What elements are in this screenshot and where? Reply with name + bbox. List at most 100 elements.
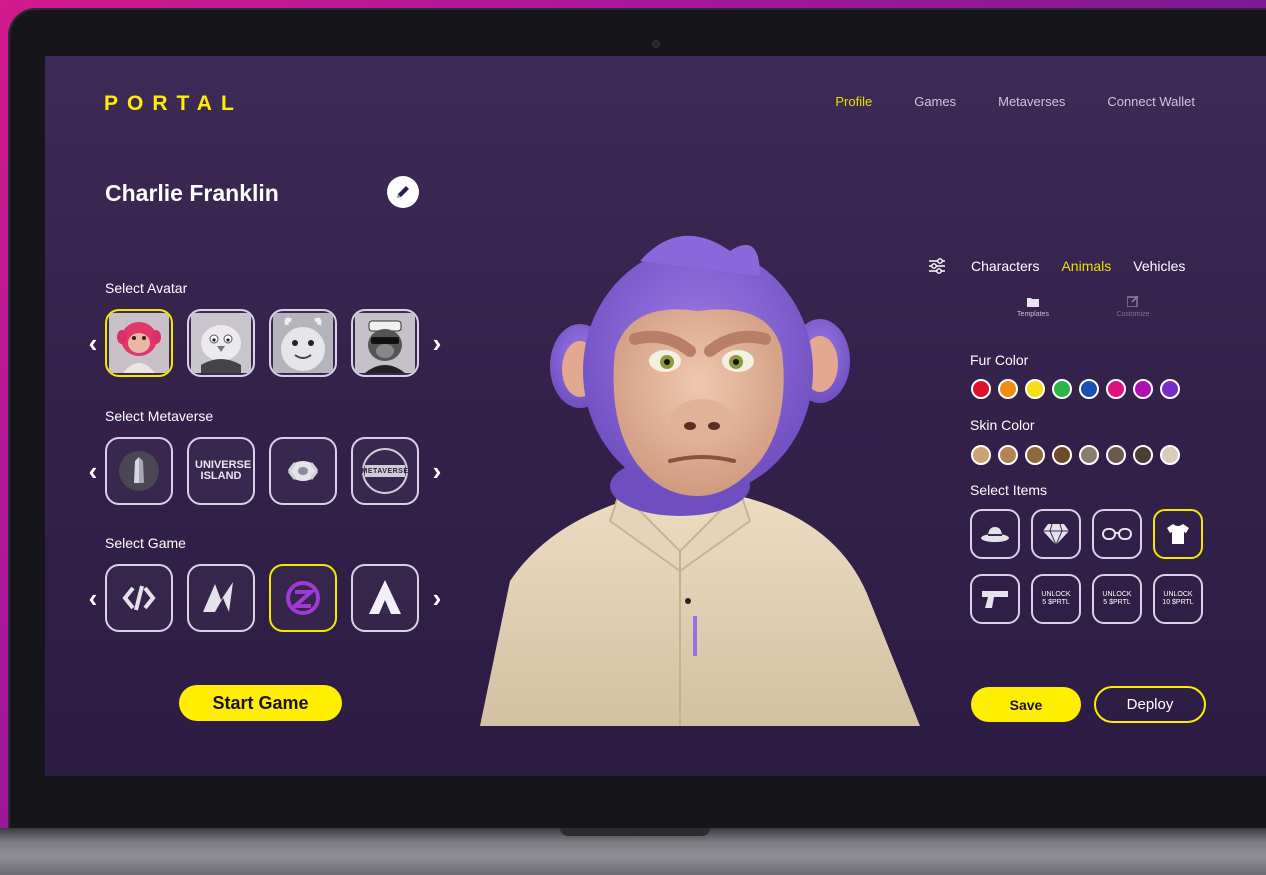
select-game-label: Select Game — [105, 535, 186, 551]
subtab-customize-label: Customize — [1116, 311, 1150, 318]
item-locked-2[interactable]: UNLOCK 5 $PRTL — [1092, 574, 1142, 624]
game-tile-circle-z[interactable] — [269, 564, 337, 632]
hat-icon — [981, 527, 1009, 542]
fur-color-swatches — [971, 379, 1180, 399]
circle-z-game-icon — [286, 581, 320, 615]
skin-swatch-8[interactable] — [1160, 445, 1180, 465]
save-button[interactable]: Save — [971, 687, 1081, 722]
folder-icon — [1027, 298, 1039, 307]
metaverse-prev-arrow[interactable]: ‹ — [81, 458, 105, 484]
avatar-tile-gray-monster[interactable] — [269, 309, 337, 377]
metaverse-tile-white-sphere[interactable] — [269, 437, 337, 505]
universe-island-logo: UNIVERSE ISLAND — [195, 459, 252, 482]
laptop-hinge-notch — [560, 828, 710, 836]
fur-swatch-purple[interactable] — [1160, 379, 1180, 399]
tab-vehicles[interactable]: Vehicles — [1133, 258, 1185, 274]
avatar-tile-gray-bird[interactable] — [187, 309, 255, 377]
metaverse-tile-dark-spire[interactable] — [105, 437, 173, 505]
skin-swatch-7[interactable] — [1133, 445, 1153, 465]
ape-sailor-avatar-icon — [355, 313, 415, 373]
select-avatar-label: Select Avatar — [105, 280, 188, 296]
edit-square-icon — [1127, 296, 1139, 307]
avatar-tile-pink-ape[interactable] — [105, 309, 173, 377]
category-tabs: Characters Animals Vehicles — [927, 256, 1185, 276]
skin-swatch-6[interactable] — [1106, 445, 1126, 465]
unlock-label-3: UNLOCK 10 $PRTL — [1162, 590, 1194, 606]
avatar-tile-ape-sailor[interactable] — [351, 309, 419, 377]
arrow-a-game-icon — [369, 580, 401, 614]
avatar-prev-arrow[interactable]: ‹ — [81, 330, 105, 356]
skin-swatch-4[interactable] — [1052, 445, 1072, 465]
fur-swatch-green[interactable] — [1052, 379, 1072, 399]
subtab-customize[interactable]: Customize — [1113, 296, 1153, 318]
avatar-preview — [440, 221, 920, 726]
lightning-m-game-icon — [203, 582, 233, 612]
game-tile-code[interactable] — [105, 564, 173, 632]
select-items-label: Select Items — [970, 482, 1048, 498]
tshirt-icon — [1167, 524, 1189, 544]
fur-swatch-blue[interactable] — [1079, 379, 1099, 399]
dark-spire-logo-icon — [119, 451, 159, 491]
skin-swatch-2[interactable] — [998, 445, 1018, 465]
sliders-icon[interactable] — [927, 256, 947, 276]
game-tile-arrow-a[interactable] — [351, 564, 419, 632]
nav-metaverses[interactable]: Metaverses — [998, 94, 1065, 109]
items-row-2: UNLOCK 5 $PRTL UNLOCK 5 $PRTL UNLOCK 10 … — [970, 574, 1203, 624]
glasses-icon — [1102, 528, 1132, 540]
skin-color-label: Skin Color — [970, 417, 1035, 433]
fur-swatch-pink[interactable] — [1106, 379, 1126, 399]
select-metaverse-label: Select Metaverse — [105, 408, 214, 424]
item-gun[interactable] — [970, 574, 1020, 624]
purple-ape-character-image — [480, 235, 920, 726]
app-screen: PORTAL Profile Games Metaverses Connect … — [45, 56, 1266, 776]
item-diamond[interactable] — [1031, 509, 1081, 559]
game-tile-lightning[interactable] — [187, 564, 255, 632]
skin-color-swatches — [971, 445, 1180, 465]
item-hat[interactable] — [970, 509, 1020, 559]
skin-swatch-1[interactable] — [971, 445, 991, 465]
metaverse-row: ‹ UNIVERSE ISLAND METAVERSE › — [81, 437, 449, 505]
tab-animals[interactable]: Animals — [1061, 258, 1111, 274]
pencil-icon — [397, 186, 409, 198]
avatar-row: ‹ › — [81, 309, 449, 377]
item-glasses[interactable] — [1092, 509, 1142, 559]
item-locked-1[interactable]: UNLOCK 5 $PRTL — [1031, 574, 1081, 624]
edit-name-button[interactable] — [387, 176, 419, 208]
items-row-1 — [970, 509, 1203, 559]
skin-swatch-3[interactable] — [1025, 445, 1045, 465]
code-bracket-game-icon — [122, 585, 156, 611]
metaverse-crest-text: METAVERSE — [361, 467, 409, 475]
skin-swatch-5[interactable] — [1079, 445, 1099, 465]
fur-swatch-yellow[interactable] — [1025, 379, 1045, 399]
user-name: Charlie Franklin — [105, 180, 279, 206]
fur-color-label: Fur Color — [970, 352, 1029, 368]
gray-monster-avatar-icon — [273, 313, 333, 373]
nav-games[interactable]: Games — [914, 94, 956, 109]
deploy-button[interactable]: Deploy — [1094, 686, 1206, 723]
fur-swatch-red[interactable] — [971, 379, 991, 399]
item-locked-3[interactable]: UNLOCK 10 $PRTL — [1153, 574, 1203, 624]
gun-icon — [982, 591, 1008, 608]
tab-characters[interactable]: Characters — [971, 258, 1039, 274]
fur-swatch-magenta[interactable] — [1133, 379, 1153, 399]
portal-logo[interactable]: PORTAL — [104, 92, 243, 116]
start-game-button[interactable]: Start Game — [179, 685, 342, 721]
unlock-label-2: UNLOCK 5 $PRTL — [1102, 590, 1132, 606]
gray-bird-avatar-icon — [191, 313, 251, 373]
nav-profile[interactable]: Profile — [835, 94, 872, 109]
game-row: ‹ › — [81, 564, 449, 632]
pink-ape-avatar-icon — [109, 313, 169, 373]
white-sphere-logo-icon — [287, 461, 319, 481]
webcam — [652, 40, 660, 48]
nav-connect-wallet[interactable]: Connect Wallet — [1107, 94, 1195, 109]
metaverse-tile-crest[interactable]: METAVERSE — [351, 437, 419, 505]
metaverse-tile-universe-island[interactable]: UNIVERSE ISLAND — [187, 437, 255, 505]
game-prev-arrow[interactable]: ‹ — [81, 585, 105, 611]
top-nav: Profile Games Metaverses Connect Wallet — [835, 94, 1195, 109]
subtab-templates-label: Templates — [1017, 311, 1049, 318]
subtab-templates[interactable]: Templates — [1013, 296, 1053, 318]
item-tshirt[interactable] — [1153, 509, 1203, 559]
subtabs: Templates Customize — [1013, 296, 1153, 318]
unlock-label-1: UNLOCK 5 $PRTL — [1041, 590, 1071, 606]
fur-swatch-orange[interactable] — [998, 379, 1018, 399]
